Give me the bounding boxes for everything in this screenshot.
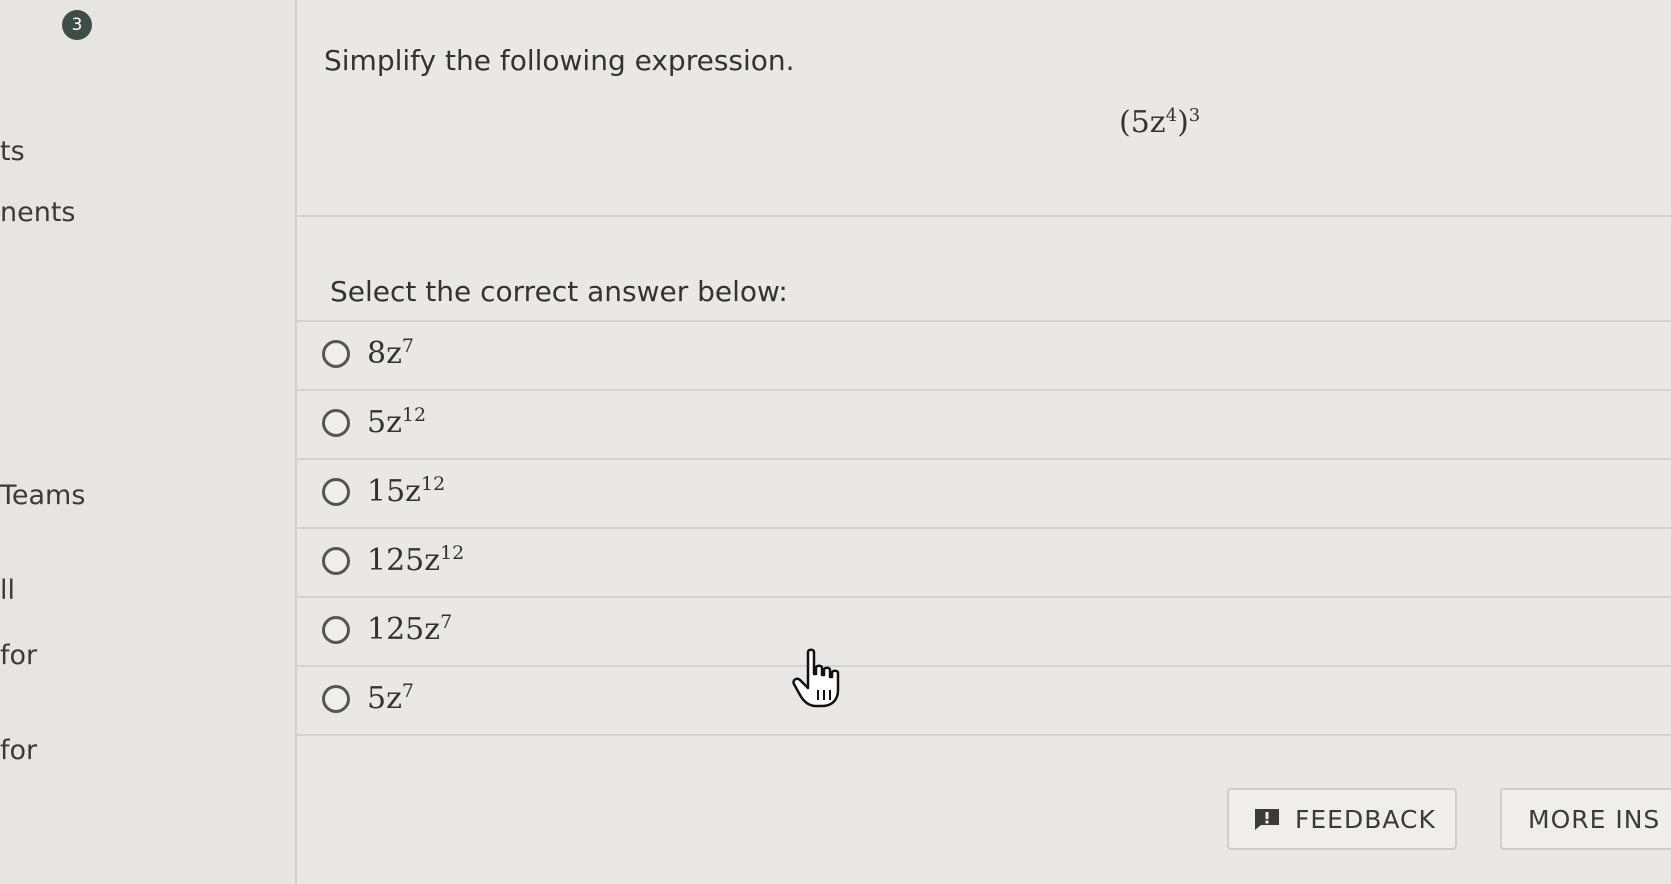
radio-button[interactable]	[322, 478, 350, 506]
divider	[297, 389, 1671, 391]
answer-option[interactable]: 5z7	[297, 668, 1671, 734]
hand-pointer-icon	[792, 648, 840, 708]
divider	[297, 665, 1671, 667]
sidebar: 3 ts nents Teams ll for for	[0, 0, 297, 884]
question-panel: Simplify the following expression. (5z4)…	[297, 0, 1671, 884]
sidebar-item[interactable]: for	[0, 735, 37, 766]
expression-outer-exponent: 3	[1188, 105, 1201, 126]
option-text: 15z12	[367, 473, 446, 509]
sidebar-item[interactable]: ts	[0, 136, 25, 167]
option-text: 5z7	[367, 680, 414, 716]
option-text: 8z7	[367, 335, 414, 371]
expression-inner-exponent: 4	[1165, 105, 1178, 126]
option-text: 125z12	[367, 542, 465, 578]
divider	[297, 527, 1671, 529]
radio-button[interactable]	[322, 685, 350, 713]
divider	[297, 320, 1671, 322]
expression-base: (5z	[1119, 105, 1166, 140]
expression-close: )	[1177, 105, 1189, 140]
sidebar-item[interactable]: Teams	[0, 480, 85, 511]
more-instructions-button[interactable]: MORE INS	[1500, 788, 1671, 850]
feedback-button[interactable]: FEEDBACK	[1227, 788, 1457, 850]
feedback-label: FEEDBACK	[1295, 804, 1436, 834]
divider	[297, 596, 1671, 598]
sidebar-item[interactable]: ll	[0, 575, 15, 606]
select-answer-label: Select the correct answer below:	[330, 275, 788, 308]
answer-option[interactable]: 5z12	[297, 392, 1671, 458]
divider	[297, 458, 1671, 460]
math-expression: (5z4)3	[1119, 105, 1200, 140]
answer-option[interactable]: 125z7	[297, 599, 1671, 665]
answer-option[interactable]: 15z12	[297, 461, 1671, 527]
question-number-badge: 3	[62, 10, 92, 40]
sidebar-item[interactable]: for	[0, 640, 37, 671]
answer-option[interactable]: 125z12	[297, 530, 1671, 596]
option-text: 125z7	[367, 611, 453, 647]
more-instructions-label: MORE INS	[1528, 804, 1661, 834]
question-prompt: Simplify the following expression.	[324, 44, 795, 77]
divider	[297, 215, 1671, 217]
option-text: 5z12	[367, 404, 427, 440]
radio-button[interactable]	[322, 409, 350, 437]
radio-button[interactable]	[322, 616, 350, 644]
divider	[297, 734, 1671, 736]
radio-button[interactable]	[322, 547, 350, 575]
feedback-icon	[1255, 809, 1279, 830]
radio-button[interactable]	[322, 340, 350, 368]
sidebar-item[interactable]: nents	[0, 197, 76, 228]
answer-option[interactable]: 8z7	[297, 323, 1671, 389]
